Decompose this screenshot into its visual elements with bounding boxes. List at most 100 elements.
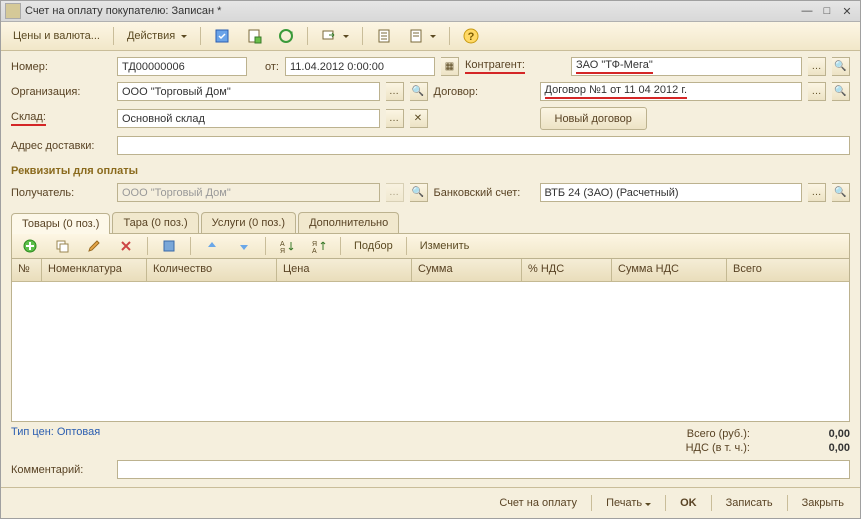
sklad-input[interactable]: Основной склад [117, 109, 380, 128]
search-icon: 🔍 [412, 187, 424, 198]
change-button[interactable]: Изменить [414, 237, 476, 255]
titlebar: Счет на оплату покупателю: Записан * — □… [1, 1, 860, 22]
main-toolbar: Цены и валюта... Действия ? [1, 22, 860, 51]
currency-button[interactable]: Цены и валюта... [7, 27, 106, 45]
col-price[interactable]: Цена [277, 259, 412, 281]
edit-row-button[interactable] [80, 235, 108, 257]
col-sum[interactable]: Сумма [412, 259, 522, 281]
col-n[interactable]: № [12, 259, 42, 281]
date-input[interactable]: 11.04.2012 0:00:00 [285, 57, 435, 76]
arrow-up-icon [204, 238, 220, 254]
sklad-label: Склад: [11, 111, 111, 126]
move-down-button[interactable] [230, 235, 258, 257]
print-menu-button[interactable]: Печать [598, 494, 659, 512]
total-sum-value: 0,00 [780, 428, 850, 440]
grid-body[interactable] [12, 282, 849, 421]
receiver-input[interactable]: ООО "Торговый Дом" [117, 183, 380, 202]
from-label: от: [253, 61, 279, 73]
comment-label: Комментарий: [11, 464, 111, 476]
search-icon: 🔍 [834, 86, 846, 97]
receiver-label: Получатель: [11, 187, 111, 199]
tab-services[interactable]: Услуги (0 поз.) [201, 212, 296, 233]
minimize-button[interactable]: — [798, 4, 816, 18]
delete-icon [118, 238, 134, 254]
svg-text:?: ? [468, 31, 475, 43]
dogovor-search-button[interactable]: 🔍 [832, 82, 850, 101]
price-type-label: Тип цен: Оптовая [11, 426, 100, 438]
col-vatsum[interactable]: Сумма НДС [612, 259, 727, 281]
total-vat-value: 0,00 [780, 442, 850, 454]
copy-icon [54, 238, 70, 254]
sort-asc-button[interactable]: AЯ [273, 235, 301, 257]
sklad-clear-button[interactable]: ✕ [410, 109, 428, 128]
new-contract-button[interactable]: Новый договор [540, 107, 647, 130]
close-window-button[interactable]: ✕ [838, 4, 856, 18]
delivery-address-input[interactable] [117, 136, 850, 155]
contragent-select-button[interactable]: … [808, 57, 826, 76]
sklad-select-button[interactable]: … [386, 109, 404, 128]
ok-button[interactable]: OK [672, 494, 705, 512]
comment-input[interactable] [117, 460, 850, 479]
tab-more[interactable]: Дополнительно [298, 212, 399, 233]
bottom-button-bar: Счет на оплату Печать OK Записать Закрыт… [1, 487, 860, 518]
save-button[interactable]: Записать [718, 494, 781, 512]
total-sum-label: Всего (руб.): [687, 428, 750, 440]
payment-section-header: Реквизиты для оплаты [11, 165, 850, 177]
calendar-icon: ▦ [445, 61, 454, 72]
goods-grid: № Номенклатура Количество Цена Сумма % Н… [11, 258, 850, 422]
number-label: Номер: [11, 61, 111, 73]
col-qty[interactable]: Количество [147, 259, 277, 281]
org-label: Организация: [11, 86, 111, 98]
tab-bar: Товары (0 поз.) Тара (0 поз.) Услуги (0 … [11, 212, 850, 233]
col-total[interactable]: Всего [727, 259, 849, 281]
tab-goods[interactable]: Товары (0 поз.) [11, 213, 110, 234]
copy-row-button[interactable] [48, 235, 76, 257]
receiver-search-button[interactable]: 🔍 [410, 183, 428, 202]
toolbar-icon-1[interactable] [208, 25, 236, 47]
dogovor-select-button[interactable]: … [808, 82, 826, 101]
close-button[interactable]: Закрыть [794, 494, 852, 512]
bank-account-label: Банковский счет: [434, 187, 534, 199]
date-picker-button[interactable]: ▦ [441, 57, 459, 76]
move-up-button[interactable] [198, 235, 226, 257]
add-row-button[interactable] [16, 235, 44, 257]
toolbar-icon-6[interactable] [402, 25, 442, 47]
delete-row-button[interactable] [112, 235, 140, 257]
svg-text:Я: Я [312, 241, 317, 248]
col-vatpct[interactable]: % НДС [522, 259, 612, 281]
org-select-button[interactable]: … [386, 82, 404, 101]
help-button[interactable]: ? [457, 25, 485, 47]
receiver-select-button[interactable]: … [386, 183, 404, 202]
pencil-icon [86, 238, 102, 254]
bank-search-button[interactable]: 🔍 [832, 183, 850, 202]
dogovor-input[interactable]: Договор №1 от 11 04 2012 г. [540, 82, 803, 101]
org-search-button[interactable]: 🔍 [410, 82, 428, 101]
document-icon [246, 28, 262, 44]
window-icon [5, 3, 21, 19]
list1-icon [376, 28, 392, 44]
dogovor-label: Договор: [434, 86, 534, 98]
maximize-button[interactable]: □ [818, 4, 836, 18]
org-input[interactable]: ООО "Торговый Дом" [117, 82, 380, 101]
podbor-button[interactable]: Подбор [348, 237, 399, 255]
contragent-search-button[interactable]: 🔍 [832, 57, 850, 76]
refresh-icon [214, 28, 230, 44]
print-invoice-button[interactable]: Счет на оплату [491, 494, 585, 512]
toolbar-icon-2[interactable] [240, 25, 268, 47]
toolbar-icon-4[interactable] [315, 25, 355, 47]
contragent-label: Контрагент: [465, 59, 565, 74]
number-input[interactable]: ТД00000006 [117, 57, 247, 76]
sort-desc-icon: ЯA [311, 238, 327, 254]
toolbar-icon-5[interactable] [370, 25, 398, 47]
save-rows-button[interactable] [155, 235, 183, 257]
contragent-input[interactable]: ЗАО "ТФ-Мега" [571, 57, 802, 76]
add-icon [22, 238, 38, 254]
tab-tara[interactable]: Тара (0 поз.) [112, 212, 198, 233]
window-title: Счет на оплату покупателю: Записан * [25, 5, 221, 17]
bank-select-button[interactable]: … [808, 183, 826, 202]
col-nomen[interactable]: Номенклатура [42, 259, 147, 281]
sort-desc-button[interactable]: ЯA [305, 235, 333, 257]
actions-menu[interactable]: Действия [121, 27, 193, 45]
bank-account-input[interactable]: ВТБ 24 (ЗАО) (Расчетный) [540, 183, 803, 202]
toolbar-icon-3[interactable] [272, 25, 300, 47]
